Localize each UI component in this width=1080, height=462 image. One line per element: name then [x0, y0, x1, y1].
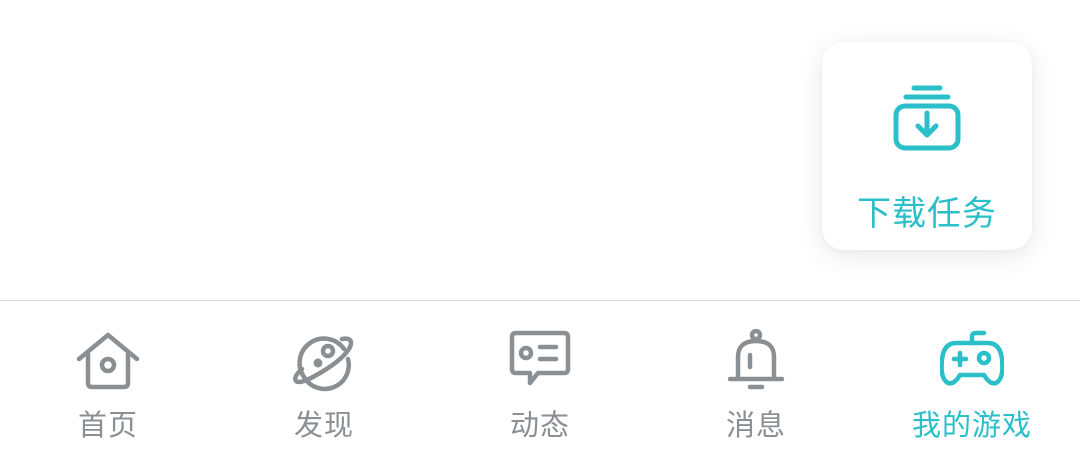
- tab-discover[interactable]: 发现: [216, 301, 432, 462]
- message-card-icon: [509, 330, 571, 386]
- tab-home[interactable]: 首页: [0, 301, 216, 462]
- tab-feed-label: 动态: [509, 408, 570, 442]
- download-tray-icon: [893, 85, 961, 151]
- home-icon: [76, 332, 140, 390]
- tab-messages[interactable]: 消息: [648, 301, 864, 462]
- tab-messages-label: 消息: [725, 408, 786, 442]
- bell-icon: [727, 329, 785, 390]
- gamepad-icon: [940, 330, 1004, 386]
- download-task-button[interactable]: 下载任务: [822, 42, 1032, 250]
- page: 下载任务 首页 发现 动态 消息 我的游戏: [0, 0, 1080, 462]
- planet-icon: [293, 336, 354, 392]
- tab-discover-label: 发现: [293, 408, 354, 442]
- tab-my-games[interactable]: 我的游戏: [864, 301, 1080, 462]
- tab-feed[interactable]: 动态: [432, 301, 648, 462]
- download-task-label: 下载任务: [857, 194, 997, 234]
- tab-home-label: 首页: [77, 408, 138, 442]
- bottom-tab-bar: 首页 发现 动态 消息 我的游戏: [0, 300, 1080, 462]
- tab-my-games-label: 我的游戏: [911, 408, 1032, 442]
